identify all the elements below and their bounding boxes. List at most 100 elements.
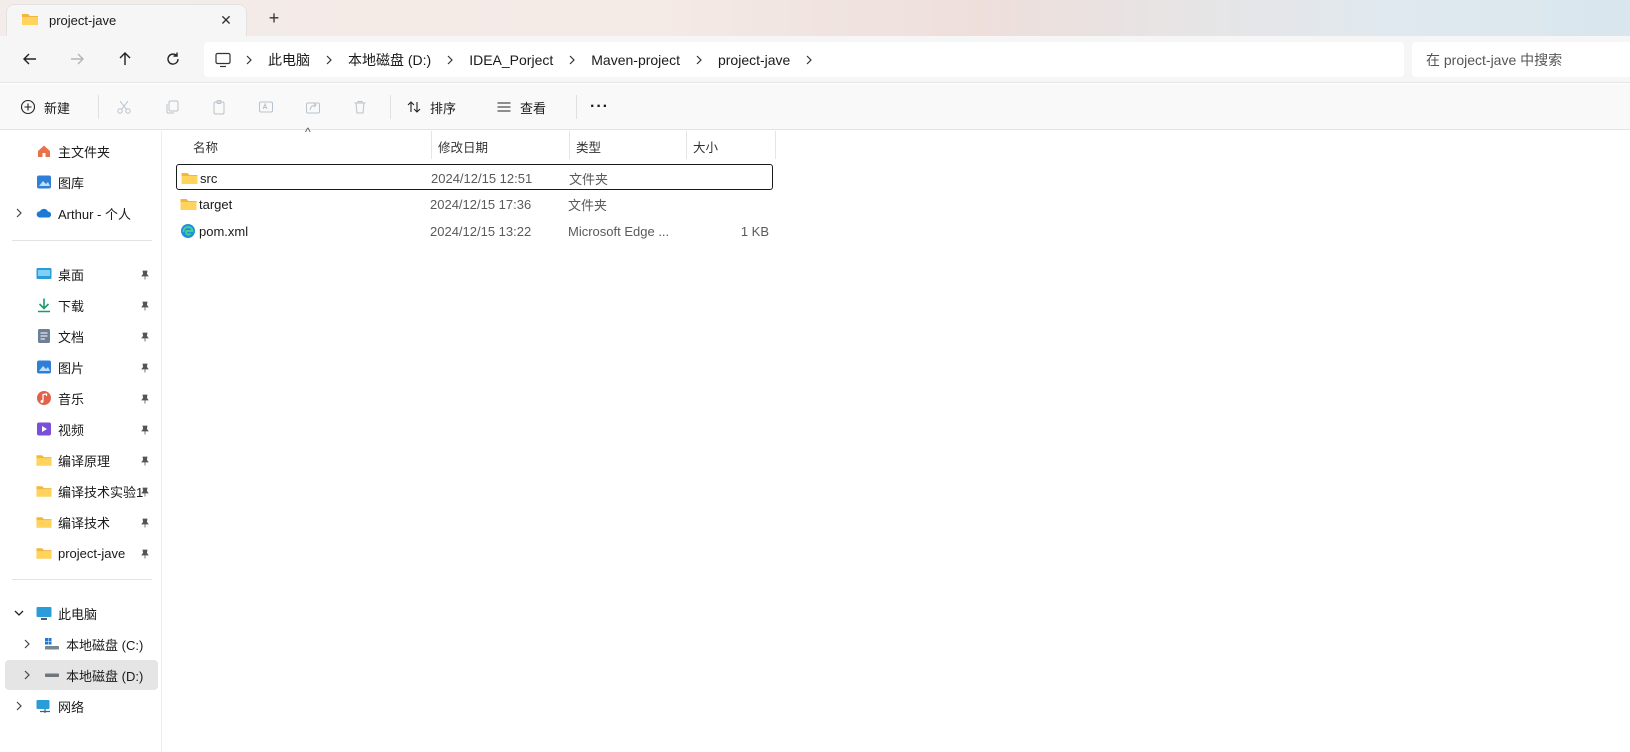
pin-icon[interactable]	[140, 423, 150, 438]
pin-icon[interactable]	[140, 516, 150, 531]
sidebar-item-home[interactable]: 主文件夹	[0, 136, 158, 166]
column-divider[interactable]	[775, 131, 776, 159]
chevron-right-icon[interactable]	[796, 55, 822, 65]
pin-icon[interactable]	[140, 485, 150, 500]
chevron-down-icon[interactable]	[13, 607, 25, 619]
sidebar-item-desktop[interactable]: 桌面	[0, 259, 158, 289]
breadcrumb-idea-porject[interactable]: IDEA_Porject	[463, 52, 559, 68]
arrow-up-icon	[119, 52, 131, 65]
search-box[interactable]: 在 project-jave 中搜索	[1412, 42, 1630, 77]
breadcrumb-maven-project[interactable]: Maven-project	[585, 52, 686, 68]
copy-button[interactable]	[164, 91, 180, 123]
folder-icon	[36, 545, 52, 561]
breadcrumb-this-pc[interactable]: 此电脑	[262, 50, 316, 70]
pin-icon[interactable]	[140, 361, 150, 376]
rename-button[interactable]	[258, 91, 274, 123]
table-row[interactable]: pom.xml 2024/12/15 13:22 Microsoft Edge …	[176, 218, 773, 244]
sidebar-item-videos[interactable]: 视频	[0, 414, 158, 444]
file-list: ^ 名称 修改日期 类型 大小 src 2024/12/15 12:51 文件夹…	[163, 125, 1630, 752]
paste-button[interactable]	[211, 91, 227, 123]
column-header-type[interactable]: 类型	[576, 131, 601, 161]
sidebar-item-label: 文档	[58, 329, 85, 345]
file-type: Microsoft Edge ...	[568, 223, 670, 239]
more-options-button[interactable]: ···	[590, 91, 609, 123]
copy-icon	[166, 100, 179, 114]
chevron-right-icon[interactable]	[316, 55, 342, 65]
sidebar-item-label: 视频	[58, 422, 85, 438]
view-label: 查看	[520, 100, 547, 116]
refresh-button[interactable]	[156, 42, 190, 76]
sidebar-item-label: 编译技术	[58, 515, 111, 531]
sort-button[interactable]: 排序	[406, 91, 456, 123]
column-divider[interactable]	[431, 131, 432, 159]
sidebar-item-folder[interactable]: 编译原理	[0, 445, 158, 475]
sidebar-item-downloads[interactable]: 下载	[0, 290, 158, 320]
chevron-right-icon[interactable]	[13, 700, 25, 712]
chevron-right-icon[interactable]	[21, 638, 33, 650]
new-tab-button[interactable]: +	[262, 6, 286, 30]
sidebar-item-music[interactable]: 音乐	[0, 383, 158, 413]
pin-icon[interactable]	[140, 392, 150, 407]
back-button[interactable]	[13, 42, 47, 76]
column-header-size[interactable]: 大小	[693, 131, 718, 161]
chevron-right-icon[interactable]	[236, 55, 262, 65]
chevron-right-icon[interactable]	[13, 207, 25, 219]
sidebar-item-folder[interactable]: 编译技术	[0, 507, 158, 537]
column-header-name[interactable]: 名称	[193, 131, 218, 161]
pin-icon[interactable]	[140, 299, 150, 314]
sidebar-item-drive-c[interactable]: 本地磁盘 (C:)	[0, 629, 158, 659]
divider	[390, 95, 391, 119]
file-modified: 2024/12/15 17:36	[430, 196, 532, 212]
clipboard-icon	[213, 100, 225, 115]
sidebar-item-folder[interactable]: 编译技术实验1-	[0, 476, 158, 506]
refresh-icon	[167, 52, 179, 65]
arrow-left-icon	[23, 53, 36, 65]
chevron-right-icon[interactable]	[437, 55, 463, 65]
file-name[interactable]: target	[199, 191, 232, 217]
chevron-right-icon[interactable]	[686, 55, 712, 65]
divider	[98, 95, 99, 119]
delete-button[interactable]	[352, 91, 368, 123]
breadcrumb-project-jave[interactable]: project-jave	[712, 52, 796, 68]
rename-icon	[259, 101, 273, 113]
sidebar-item-folder[interactable]: project-jave	[0, 538, 158, 568]
view-button[interactable]: 查看	[496, 91, 546, 123]
file-name[interactable]: src	[200, 165, 217, 191]
sidebar-item-this-pc[interactable]: 此电脑	[0, 598, 158, 628]
pin-icon[interactable]	[140, 330, 150, 345]
share-button[interactable]	[305, 91, 321, 123]
chevron-right-icon[interactable]	[559, 55, 585, 65]
cut-button[interactable]	[116, 91, 132, 123]
close-tab-icon[interactable]: ✕	[216, 11, 236, 31]
sidebar-item-onedrive[interactable]: Arthur - 个人	[0, 198, 158, 228]
column-header-modified[interactable]: 修改日期	[438, 131, 488, 161]
computer-icon[interactable]	[214, 52, 236, 68]
new-button[interactable]: 新建	[20, 91, 70, 123]
sidebar-item-gallery[interactable]: 图库	[0, 167, 158, 197]
tab-project-jave[interactable]: project-jave ✕	[6, 4, 247, 36]
sidebar-item-drive-d[interactable]: 本地磁盘 (D:)	[5, 660, 158, 690]
tab-title: project-jave	[49, 13, 117, 28]
pin-icon[interactable]	[140, 547, 150, 562]
forward-button[interactable]	[60, 42, 94, 76]
sidebar-item-label: 桌面	[58, 267, 85, 283]
sidebar-item-label: 编译技术实验1-	[58, 484, 144, 500]
table-row[interactable]: src 2024/12/15 12:51 文件夹	[176, 164, 773, 190]
table-row[interactable]: target 2024/12/15 17:36 文件夹	[176, 191, 773, 217]
divider	[576, 95, 577, 119]
windows-drive-icon	[44, 636, 60, 652]
sidebar-item-network[interactable]: 网络	[0, 691, 158, 721]
pin-icon[interactable]	[140, 268, 150, 283]
sort-label: 排序	[430, 100, 457, 116]
breadcrumb-drive-d[interactable]: 本地磁盘 (D:)	[342, 50, 437, 70]
pin-icon[interactable]	[140, 454, 150, 469]
search-input[interactable]: 在 project-jave 中搜索	[1426, 50, 1562, 70]
column-divider[interactable]	[686, 131, 687, 159]
sidebar-item-pictures[interactable]: 图片	[0, 352, 158, 382]
file-name[interactable]: pom.xml	[199, 218, 248, 244]
address-bar[interactable]: 此电脑 本地磁盘 (D:) IDEA_Porject Maven-project…	[204, 42, 1404, 77]
up-button[interactable]	[108, 42, 142, 76]
sidebar-item-documents[interactable]: 文档	[0, 321, 158, 351]
chevron-right-icon[interactable]	[21, 669, 33, 681]
column-divider[interactable]	[569, 131, 570, 159]
